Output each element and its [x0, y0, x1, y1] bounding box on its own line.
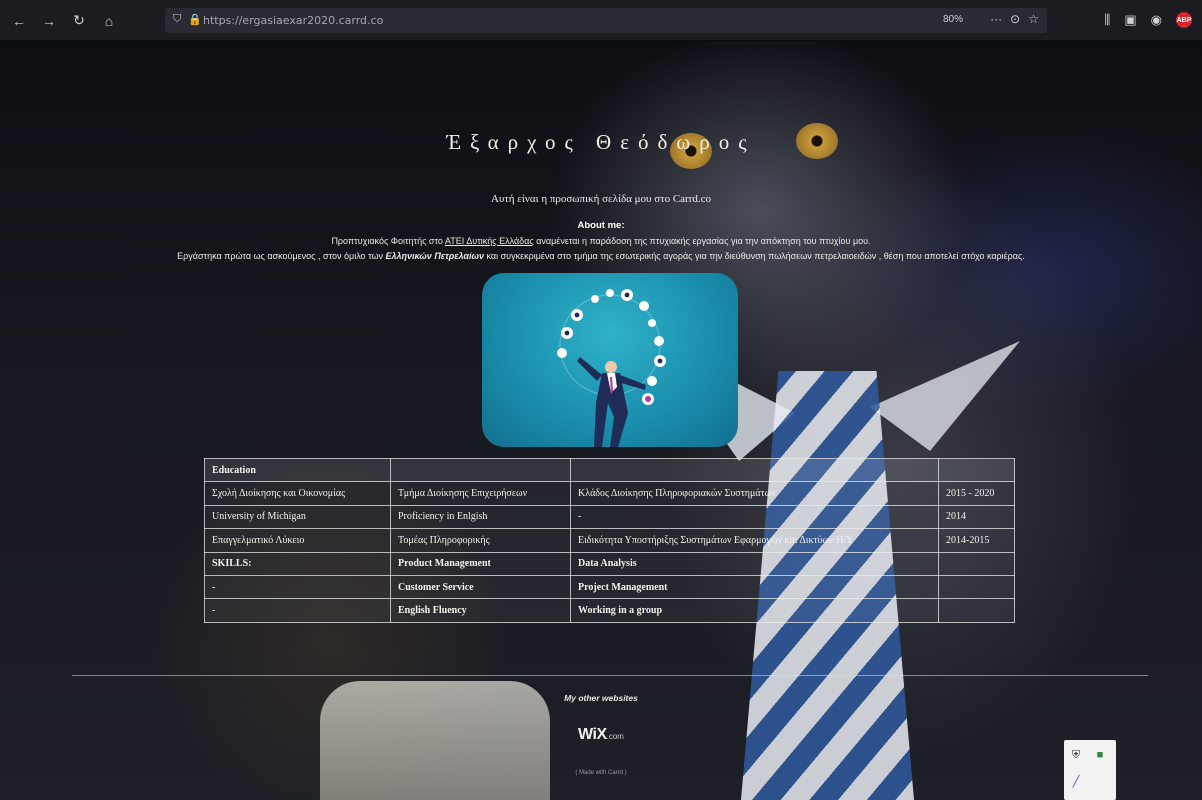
table-cell: Working in a group — [570, 598, 939, 623]
made-with-carrd-link[interactable]: ( Made with Carrd ) — [0, 770, 1202, 776]
page-title: Έξαρχος Θεόδωρος — [446, 130, 756, 154]
adblock-icon[interactable]: ABP — [1176, 12, 1192, 28]
page-subtitle: Αυτή είναι η προσωπική σελίδα μου στο Ca… — [490, 193, 712, 205]
table-row: Σχολή Διοίκησης και Οικονομίας Τμήμα Διο… — [204, 481, 1015, 506]
table-cell — [938, 598, 1015, 623]
table-row: SKILLS: Product Management Data Analysis — [204, 551, 1015, 576]
table-cell: Τμήμα Διοίκησης Επιχειρήσεων — [390, 481, 571, 506]
wix-logo-text[interactable]: WiX — [578, 726, 607, 743]
wix-logo-suffix[interactable]: .com — [607, 732, 624, 741]
table-cell — [938, 574, 1015, 600]
table-cell: Proficiency in Enlgish — [390, 504, 571, 530]
more-actions-icon[interactable]: ··· — [990, 12, 1002, 26]
wix-link[interactable]: WiX.com — [0, 726, 1202, 744]
back-icon[interactable]: ← — [10, 13, 28, 29]
table-cell: - — [204, 574, 391, 600]
table-cell: Κλάδος Διοίκησης Πληροφοριακών Συστημάτω… — [570, 481, 939, 506]
home-icon[interactable]: ⌂ — [100, 13, 118, 29]
account-icon[interactable]: ◉ — [1151, 12, 1162, 28]
table-cell: University of Michigan — [204, 504, 391, 530]
table-cell: Ειδικότητα Υποστήριξης Συστημάτων Εφαρμο… — [570, 528, 939, 553]
table-cell — [938, 551, 1015, 576]
table-cell: Product Management — [390, 551, 571, 576]
about-line-1-text-end: αναμένεται η παράδοση της πτυχιακής εργα… — [533, 236, 871, 246]
about-line-1-text: Προπτυχιακός Φοιτητής στο — [331, 236, 445, 246]
forward-icon[interactable]: → — [40, 13, 58, 29]
about-line-2-text: Εργάστηκα πρώτα ως ασκούμενος , στον όμι… — [177, 251, 386, 261]
background-collar-right — [870, 341, 1020, 451]
table-cell: - — [570, 504, 939, 530]
navigation-buttons: ← → ↻ ⌂ — [10, 12, 118, 29]
pen-tray-icon[interactable]: ╱ — [1070, 776, 1082, 788]
juggling-businessman-image — [557, 289, 666, 447]
about-line-2-text-end: και συγκεκριμένα στο τμήμα της εσωτερική… — [484, 251, 1025, 261]
table-header-cell — [390, 457, 571, 483]
shield-icon[interactable]: ⛉ — [173, 13, 181, 26]
table-cell: SKILLS: — [204, 551, 391, 576]
table-header-cell — [570, 457, 939, 483]
table-row: University of Michigan Proficiency in En… — [204, 504, 1015, 530]
education-skills-table: Education Σχολή Διοίκησης και Οικονομίας… — [204, 457, 1015, 623]
table-cell: 2014 — [938, 504, 1015, 530]
table-header-cell: Education — [204, 457, 391, 483]
table-cell: Data Analysis — [570, 551, 939, 576]
table-cell: 2015 - 2020 — [938, 481, 1015, 506]
footer-divider — [72, 675, 1148, 676]
bookmark-star-icon[interactable]: ☆ — [1028, 12, 1039, 26]
library-icon[interactable]: ⫼ — [1104, 12, 1110, 28]
reload-icon[interactable]: ↻ — [70, 12, 88, 29]
table-header-cell — [938, 457, 1015, 483]
about-heading: About me: — [577, 220, 625, 231]
shield-tray-icon[interactable]: ⛨ — [1070, 749, 1082, 761]
about-line-2: Εργάστηκα πρώτα ως ασκούμενος , στον όμι… — [0, 251, 1202, 261]
table-row: Επαγγελματικό Λύκειο Τομέας Πληροφορικής… — [204, 528, 1015, 553]
university-link[interactable]: ΑΤΕΙ Δυτικής Ελλάδας — [445, 236, 534, 246]
table-row: - Customer Service Project Management — [204, 574, 1015, 600]
system-tray-popup: ⛨ ■ ╱ — [1064, 740, 1116, 800]
nvidia-tray-icon[interactable]: ■ — [1094, 749, 1106, 761]
zoom-level[interactable]: 80% — [943, 14, 963, 25]
table-cell: Τομέας Πληροφορικής — [390, 528, 571, 553]
lock-icon[interactable]: 🔒 — [188, 13, 202, 26]
table-cell: - — [204, 598, 391, 623]
table-cell: English Fluency — [390, 598, 571, 623]
address-bar[interactable]: ⛉ 🔒 https://ergasiaexar2020.carrd.co 80%… — [165, 8, 1047, 33]
sidebar-icon[interactable]: ▣ — [1124, 12, 1136, 28]
about-line-1: Προπτυχιακός Φοιτητής στο ΑΤΕΙ Δυτικής Ε… — [0, 236, 1202, 246]
browser-toolbar: ← → ↻ ⌂ ⛉ 🔒 https://ergasiaexar2020.carr… — [0, 0, 1202, 41]
table-cell: 2014-2015 — [938, 528, 1015, 553]
table-row: - English Fluency Working in a group — [204, 598, 1015, 623]
table-header-row: Education — [204, 457, 1015, 483]
pocket-icon[interactable]: ⊙ — [1010, 12, 1020, 26]
company-name: Ελληνικών Πετρελαίων — [385, 251, 484, 261]
other-websites-label: My other websites — [564, 693, 638, 703]
table-cell: Project Management — [570, 574, 939, 600]
table-cell: Σχολή Διοίκησης και Οικονομίας — [204, 481, 391, 506]
table-cell: Επαγγελματικό Λύκειο — [204, 528, 391, 553]
url-text[interactable]: https://ergasiaexar2020.carrd.co — [203, 14, 383, 27]
hero-illustration — [482, 273, 738, 447]
table-cell: Customer Service — [390, 574, 571, 600]
